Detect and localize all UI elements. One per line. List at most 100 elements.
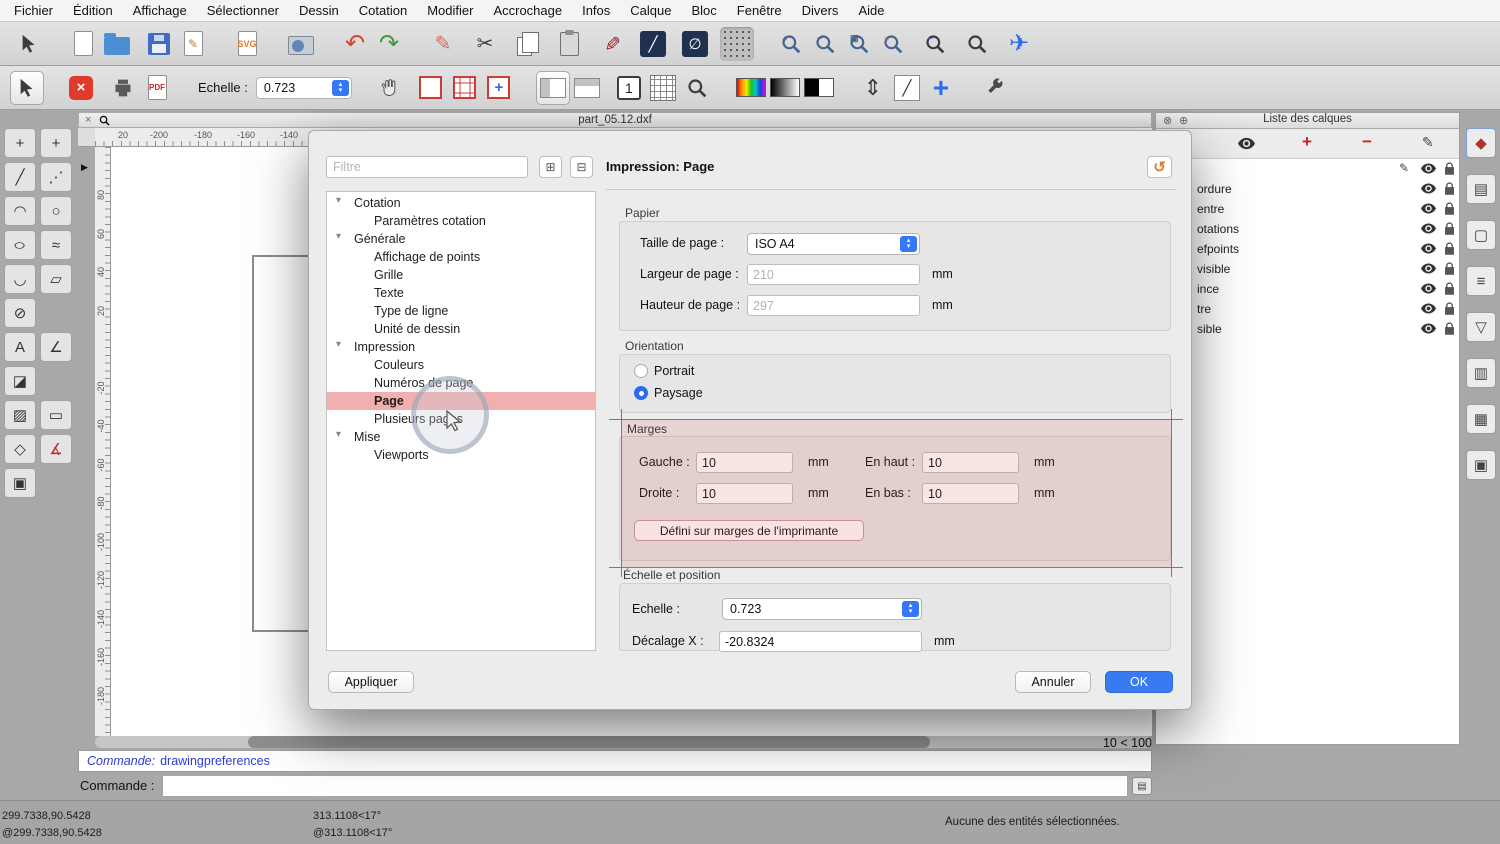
dimension-tool[interactable]: ∠ xyxy=(40,332,72,362)
filter-input[interactable] xyxy=(326,156,528,178)
menu-modifier[interactable]: Modifier xyxy=(417,0,483,22)
tree-item-type-de-ligne[interactable]: Type de ligne xyxy=(327,302,595,320)
grid-points-button[interactable] xyxy=(720,27,754,61)
margin-top-input[interactable] xyxy=(922,452,1019,473)
tree-item-couleurs[interactable]: Couleurs xyxy=(327,356,595,374)
line-tool[interactable]: ╱ xyxy=(4,162,36,192)
filter-button[interactable]: ▽ xyxy=(1466,312,1496,342)
settings-button[interactable] xyxy=(978,71,1012,105)
empty-linetype-button[interactable]: ∅ xyxy=(678,27,712,61)
full-color-button[interactable] xyxy=(734,71,768,105)
spline-tool[interactable]: ≈ xyxy=(40,230,72,260)
close-tab-icon[interactable]: × xyxy=(85,114,91,126)
select-cursor-button[interactable] xyxy=(12,27,46,61)
edit-layer-icon[interactable]: ✎ xyxy=(1422,134,1434,151)
copy-button[interactable] xyxy=(510,27,544,61)
portrait-radio[interactable]: Portrait xyxy=(634,364,694,378)
layer-lock-icon[interactable] xyxy=(1444,201,1455,216)
layer-row[interactable]: visible xyxy=(1156,259,1459,279)
pan-hand-button[interactable] xyxy=(372,71,406,105)
zoom-in-button[interactable]: + xyxy=(774,27,808,61)
view-list-button[interactable]: ≡ xyxy=(1466,266,1496,296)
apply-button[interactable]: Appliquer xyxy=(328,671,414,693)
grid-toggle-button[interactable] xyxy=(646,71,680,105)
layer-row[interactable]: otations xyxy=(1156,219,1459,239)
layer-visibility-icon[interactable] xyxy=(1421,302,1436,315)
linetype-button[interactable]: ╱ xyxy=(636,27,670,61)
tree-item-generale[interactable]: ▾Générale xyxy=(327,230,595,248)
page-height-input[interactable] xyxy=(747,295,920,316)
menu-infos[interactable]: Infos xyxy=(572,0,620,22)
snap-point-tool[interactable]: + xyxy=(4,128,36,158)
draft-mode-button[interactable] xyxy=(414,71,448,105)
auto-zoom-button[interactable]: ▣ xyxy=(842,27,876,61)
svg-export-button[interactable]: SVG xyxy=(230,27,264,61)
ok-button[interactable]: OK xyxy=(1105,671,1173,693)
menu-divers[interactable]: Divers xyxy=(792,0,849,22)
tree-item-grille[interactable]: Grille xyxy=(327,266,595,284)
shape-tool[interactable]: ◇ xyxy=(4,434,36,464)
cut-button[interactable]: ✂ xyxy=(468,27,502,61)
curve-tool[interactable]: ◡ xyxy=(4,264,36,294)
layer-visibility-icon[interactable] xyxy=(1421,322,1436,335)
layer-visibility-icon[interactable] xyxy=(1421,202,1436,215)
polyline-edit-button[interactable]: ╱ xyxy=(890,71,924,105)
layer-list-button[interactable]: ▤ xyxy=(1466,174,1496,204)
toggle-visibility-icon[interactable] xyxy=(1238,137,1255,150)
ellipse-tool[interactable]: ○ xyxy=(4,230,36,260)
page-width-input[interactable] xyxy=(747,264,920,285)
pen-button[interactable]: ✎ xyxy=(594,27,628,61)
new-document-button[interactable] xyxy=(66,27,100,61)
menu-edition[interactable]: Édition xyxy=(63,0,123,22)
draw-pencil-button[interactable]: ✎ xyxy=(426,27,460,61)
bitmap-export-button[interactable] xyxy=(284,27,318,61)
blackwhite-button[interactable] xyxy=(802,71,836,105)
layer-row[interactable]: ✎ xyxy=(1156,159,1459,179)
snap-center-tool[interactable]: + xyxy=(40,128,72,158)
paste-button[interactable] xyxy=(552,27,586,61)
undo-button[interactable]: ↶ xyxy=(338,27,372,61)
left-panel-toggle-button[interactable] xyxy=(536,71,570,105)
hatch-circle-tool[interactable]: ⊘ xyxy=(4,298,36,328)
hatch-tool[interactable]: ▨ xyxy=(4,400,36,430)
arc-tool[interactable]: ◠ xyxy=(4,196,36,226)
layer-visibility-icon[interactable] xyxy=(1421,282,1436,295)
dialog-scale-select[interactable]: 0.723 ▴▾ xyxy=(722,598,922,620)
layer-row[interactable]: ince xyxy=(1156,279,1459,299)
menu-selectionner[interactable]: Sélectionner xyxy=(197,0,289,22)
restrict-button[interactable]: 1 xyxy=(612,71,646,105)
margin-bottom-input[interactable] xyxy=(922,483,1019,504)
menu-fichier[interactable]: Fichier xyxy=(4,0,63,22)
zoom-window-button[interactable] xyxy=(960,27,994,61)
tree-item-affichage-de-points[interactable]: Affichage de points xyxy=(327,248,595,266)
library-browser-button[interactable]: ▥ xyxy=(1466,358,1496,388)
menu-aide[interactable]: Aide xyxy=(848,0,894,22)
cancel-button[interactable]: Annuler xyxy=(1015,671,1091,693)
grayscale-button[interactable] xyxy=(768,71,802,105)
pan-zoom-button[interactable]: ✈ xyxy=(1002,27,1036,61)
menu-calque[interactable]: Calque xyxy=(620,0,681,22)
circle-tool[interactable]: ○ xyxy=(40,196,72,226)
layer-row[interactable]: ordure xyxy=(1156,179,1459,199)
save-button[interactable] xyxy=(142,27,176,61)
screen-linetype-button[interactable]: + xyxy=(482,71,516,105)
layer-visibility-icon[interactable] xyxy=(1421,182,1436,195)
collapse-all-button[interactable]: ⊟ xyxy=(570,156,593,178)
top-panel-toggle-button[interactable] xyxy=(570,71,604,105)
menu-affichage[interactable]: Affichage xyxy=(123,0,197,22)
layer-lock-icon[interactable] xyxy=(1444,161,1455,176)
scale-select[interactable]: 0.723 ▴▾ xyxy=(256,77,352,99)
command-input[interactable] xyxy=(162,775,1128,797)
paysage-radio[interactable]: Paysage xyxy=(634,386,703,400)
snap-angle-tool[interactable]: ∡ xyxy=(40,434,72,464)
tree-item-cotation[interactable]: ▾Cotation xyxy=(327,194,595,212)
solid-tool[interactable]: ▣ xyxy=(4,468,36,498)
measure-tool[interactable]: ▭ xyxy=(40,400,72,430)
printer-margins-button[interactable]: Défini sur marges de l'imprimante xyxy=(634,520,864,541)
command-history-button[interactable]: ▦ xyxy=(1466,404,1496,434)
zoom-page-button[interactable] xyxy=(680,71,714,105)
print-button[interactable] xyxy=(106,71,140,105)
clipboard-panel-button[interactable]: ▣ xyxy=(1466,450,1496,480)
layer-lock-icon[interactable] xyxy=(1444,221,1455,236)
margin-right-input[interactable] xyxy=(696,483,793,504)
